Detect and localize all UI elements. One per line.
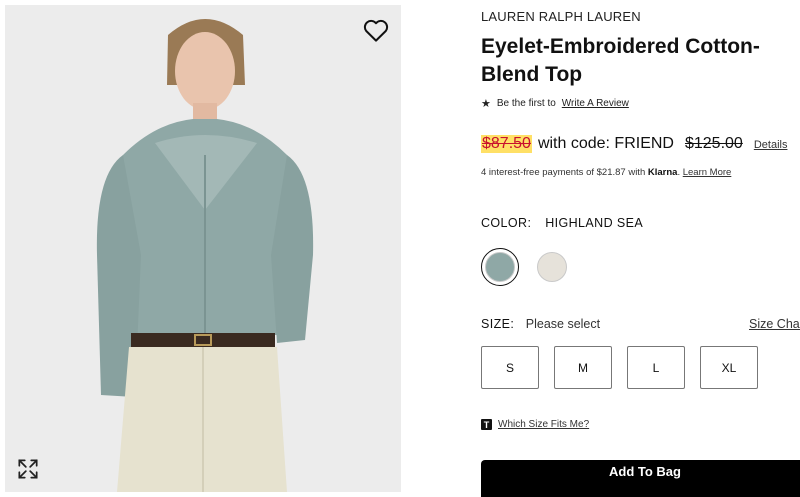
size-chart-link[interactable]: Size Chart: [749, 317, 800, 331]
expand-arrows-icon: [18, 459, 38, 479]
original-price: $125.00: [684, 135, 743, 152]
size-option-xl[interactable]: XL: [700, 346, 758, 389]
color-label: COLOR:: [481, 216, 532, 230]
color-selector-label: COLOR: HIGHLAND SEA: [481, 216, 643, 230]
wishlist-button[interactable]: [361, 15, 391, 45]
write-review-link[interactable]: Write A Review: [562, 98, 629, 109]
heart-outline-icon: [363, 19, 389, 42]
learn-more-link[interactable]: Learn More: [683, 167, 732, 178]
color-swatches: [481, 248, 571, 286]
size-prompt: Please select: [525, 317, 601, 331]
review-prompt: Be the first to: [496, 98, 556, 109]
product-page: LAUREN RALPH LAUREN Eyelet-Embroidered C…: [0, 0, 800, 497]
which-size-fits-link[interactable]: Which Size Fits Me?: [498, 419, 589, 430]
klarna-logo: Klarna: [647, 167, 678, 178]
product-title: Eyelet-Embroidered Cotton-Blend Top: [481, 35, 760, 86]
price-row: $87.50 with code: FRIEND $125.00 Details: [481, 135, 787, 153]
swatch-highland-sea[interactable]: [481, 248, 519, 286]
product-photo: [5, 5, 401, 492]
star-icon: ★: [481, 98, 491, 110]
swatch-chip: [537, 252, 567, 282]
size-option-s[interactable]: S: [481, 346, 539, 389]
selected-color-name: HIGHLAND SEA: [545, 216, 644, 230]
brand-name[interactable]: LAUREN RALPH LAUREN: [481, 9, 641, 24]
size-label: SIZE:: [481, 317, 515, 331]
installments-text: 4 interest-free payments of $21.87 with: [481, 167, 646, 178]
size-option-l[interactable]: L: [627, 346, 685, 389]
swatch-chip: [485, 252, 515, 282]
true-fit-icon: T: [481, 419, 492, 430]
size-option-m[interactable]: M: [554, 346, 612, 389]
expand-image-button[interactable]: [15, 456, 41, 482]
size-selector-label: SIZE: Please select Size Chart: [481, 317, 800, 331]
product-image[interactable]: [5, 5, 401, 492]
size-options: S M L XL: [481, 346, 758, 389]
installments-info: 4 interest-free payments of $21.87 with …: [481, 167, 731, 178]
review-row: ★ Be the first to Write A Review: [481, 97, 629, 110]
product-info: LAUREN RALPH LAUREN Eyelet-Embroidered C…: [481, 0, 800, 497]
add-to-bag-button[interactable]: Add To Bag: [481, 460, 800, 497]
swatch-cream[interactable]: [533, 248, 571, 286]
installments-suffix: .: [677, 167, 681, 178]
fit-guide-row: T Which Size Fits Me?: [481, 419, 589, 430]
price-details-link[interactable]: Details: [754, 139, 788, 151]
promo-code-text: with code: FRIEND: [537, 135, 674, 152]
add-to-bag-label: Add To Bag: [609, 464, 681, 479]
sale-price: $87.50: [481, 135, 532, 153]
